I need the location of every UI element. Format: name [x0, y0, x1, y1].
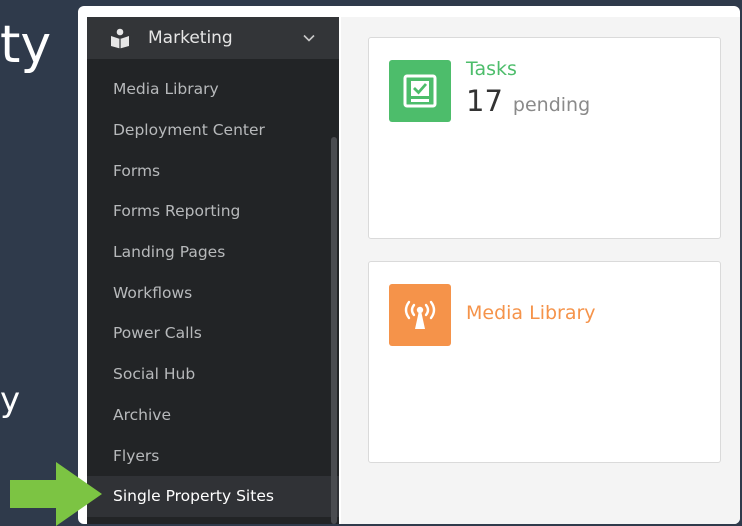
sidebar-item-flyers[interactable]: Flyers: [87, 435, 339, 476]
sidebar-item-landing-pages[interactable]: Landing Pages: [87, 232, 339, 273]
tasks-title[interactable]: Tasks: [466, 58, 517, 80]
sidebar-item-forms-reporting[interactable]: Forms Reporting: [87, 191, 339, 232]
sidebar-item-power-calls[interactable]: Power Calls: [87, 313, 339, 354]
sidebar-nav: Media Library Deployment Center Forms Fo…: [87, 59, 339, 517]
sidebar-section-marketing[interactable]: Marketing: [87, 17, 339, 59]
tasks-count: 17: [466, 84, 503, 118]
sidebar-item-forms[interactable]: Forms: [87, 150, 339, 191]
dashboard-content: Tasks 17 pending Media Library: [341, 17, 740, 524]
sidebar-item-archive[interactable]: Archive: [87, 395, 339, 436]
sidebar-item-media-library[interactable]: Media Library: [87, 69, 339, 110]
tasks-count-row: 17 pending: [466, 84, 590, 118]
broadcast-antenna-icon: [404, 300, 436, 329]
pointer-arrow-icon: [10, 462, 102, 526]
checkbox-check-icon: [403, 74, 437, 108]
media-library-tile: [389, 284, 451, 346]
chevron-down-icon[interactable]: [303, 34, 315, 42]
app-window: Marketing Media Library Deployment Cente…: [78, 6, 740, 524]
background-partial-text: y: [0, 380, 21, 420]
sidebar-item-single-property-sites[interactable]: Single Property Sites: [87, 475, 339, 517]
sidebar-section-label: Marketing: [148, 28, 233, 48]
sidebar-item-deployment-center[interactable]: Deployment Center: [87, 110, 339, 151]
sidebar-scrollbar[interactable]: [331, 137, 337, 524]
media-library-card[interactable]: Media Library: [368, 261, 721, 463]
tasks-card[interactable]: Tasks 17 pending: [368, 37, 721, 239]
media-library-title[interactable]: Media Library: [466, 302, 596, 324]
background-partial-text: ty: [0, 15, 52, 75]
sidebar: Marketing Media Library Deployment Cente…: [87, 17, 339, 524]
sidebar-item-workflows[interactable]: Workflows: [87, 272, 339, 313]
tasks-tile: [389, 60, 451, 122]
tasks-count-label: pending: [512, 94, 591, 116]
sidebar-item-social-hub[interactable]: Social Hub: [87, 354, 339, 395]
book-reader-icon: [111, 28, 129, 49]
